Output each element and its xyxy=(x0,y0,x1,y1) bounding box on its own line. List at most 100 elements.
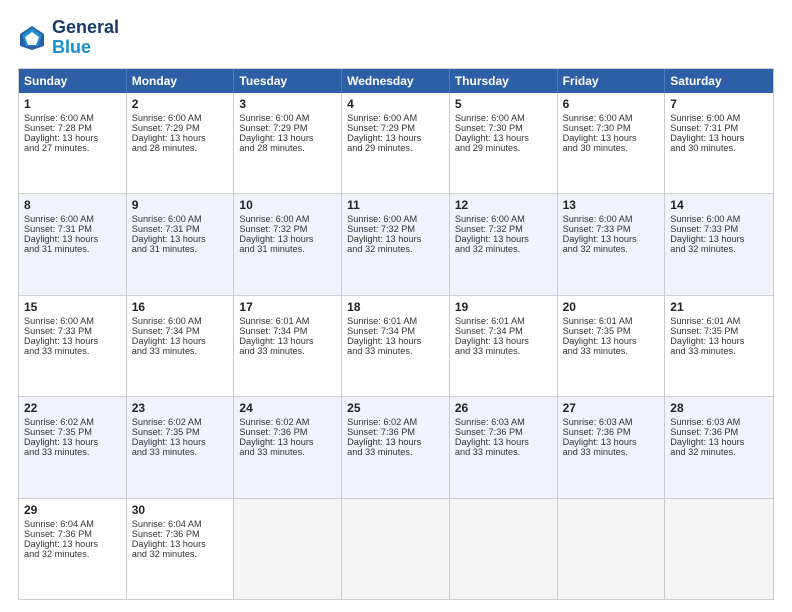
day-info-line: Sunrise: 6:03 AM xyxy=(563,417,660,427)
day-info-line: Daylight: 13 hours xyxy=(239,336,336,346)
day-number: 27 xyxy=(563,401,660,415)
day-number: 6 xyxy=(563,97,660,111)
calendar-header: SundayMondayTuesdayWednesdayThursdayFrid… xyxy=(19,69,773,93)
day-number: 28 xyxy=(670,401,768,415)
day-number: 3 xyxy=(239,97,336,111)
day-number: 9 xyxy=(132,198,229,212)
day-info-line: Sunset: 7:34 PM xyxy=(347,326,444,336)
header-day-wednesday: Wednesday xyxy=(342,69,450,93)
day-number: 7 xyxy=(670,97,768,111)
day-info-line: Sunrise: 6:02 AM xyxy=(347,417,444,427)
day-info-line: Sunset: 7:29 PM xyxy=(239,123,336,133)
day-info-line: Sunrise: 6:04 AM xyxy=(24,519,121,529)
day-number: 2 xyxy=(132,97,229,111)
day-number: 11 xyxy=(347,198,444,212)
day-number: 16 xyxy=(132,300,229,314)
day-info-line: and 30 minutes. xyxy=(563,143,660,153)
calendar-row-1: 1Sunrise: 6:00 AMSunset: 7:28 PMDaylight… xyxy=(19,93,773,194)
day-info-line: Sunrise: 6:00 AM xyxy=(132,113,229,123)
day-info-line: Sunset: 7:35 PM xyxy=(132,427,229,437)
calendar-row-4: 22Sunrise: 6:02 AMSunset: 7:35 PMDayligh… xyxy=(19,397,773,498)
empty-cell xyxy=(342,499,450,599)
day-info-line: and 33 minutes. xyxy=(239,447,336,457)
day-number: 24 xyxy=(239,401,336,415)
day-info-line: Daylight: 13 hours xyxy=(347,437,444,447)
day-number: 25 xyxy=(347,401,444,415)
day-info-line: Sunrise: 6:02 AM xyxy=(24,417,121,427)
day-info-line: Daylight: 13 hours xyxy=(563,437,660,447)
day-cell-25: 25Sunrise: 6:02 AMSunset: 7:36 PMDayligh… xyxy=(342,397,450,497)
day-cell-19: 19Sunrise: 6:01 AMSunset: 7:34 PMDayligh… xyxy=(450,296,558,396)
day-number: 8 xyxy=(24,198,121,212)
day-cell-21: 21Sunrise: 6:01 AMSunset: 7:35 PMDayligh… xyxy=(665,296,773,396)
day-info-line: Sunrise: 6:01 AM xyxy=(239,316,336,326)
day-cell-12: 12Sunrise: 6:00 AMSunset: 7:32 PMDayligh… xyxy=(450,194,558,294)
day-info-line: Sunset: 7:34 PM xyxy=(132,326,229,336)
day-number: 23 xyxy=(132,401,229,415)
day-info-line: Sunset: 7:35 PM xyxy=(563,326,660,336)
day-info-line: Daylight: 13 hours xyxy=(563,336,660,346)
day-info-line: Daylight: 13 hours xyxy=(670,234,768,244)
day-info-line: and 29 minutes. xyxy=(347,143,444,153)
day-info-line: Daylight: 13 hours xyxy=(132,234,229,244)
day-info-line: and 32 minutes. xyxy=(347,244,444,254)
day-info-line: Daylight: 13 hours xyxy=(24,539,121,549)
day-info-line: Sunrise: 6:00 AM xyxy=(24,214,121,224)
day-info-line: Sunset: 7:33 PM xyxy=(24,326,121,336)
day-cell-5: 5Sunrise: 6:00 AMSunset: 7:30 PMDaylight… xyxy=(450,93,558,193)
day-info-line: and 33 minutes. xyxy=(24,447,121,457)
day-info-line: Daylight: 13 hours xyxy=(455,133,552,143)
empty-cell xyxy=(558,499,666,599)
day-info-line: Sunset: 7:30 PM xyxy=(563,123,660,133)
day-info-line: Daylight: 13 hours xyxy=(239,133,336,143)
day-info-line: Sunrise: 6:00 AM xyxy=(563,214,660,224)
day-info-line: Sunrise: 6:00 AM xyxy=(132,214,229,224)
day-info-line: and 33 minutes. xyxy=(132,346,229,356)
day-cell-10: 10Sunrise: 6:00 AMSunset: 7:32 PMDayligh… xyxy=(234,194,342,294)
day-cell-14: 14Sunrise: 6:00 AMSunset: 7:33 PMDayligh… xyxy=(665,194,773,294)
day-info-line: and 32 minutes. xyxy=(670,244,768,254)
day-info-line: Sunrise: 6:02 AM xyxy=(239,417,336,427)
day-cell-3: 3Sunrise: 6:00 AMSunset: 7:29 PMDaylight… xyxy=(234,93,342,193)
day-number: 1 xyxy=(24,97,121,111)
day-number: 10 xyxy=(239,198,336,212)
day-cell-22: 22Sunrise: 6:02 AMSunset: 7:35 PMDayligh… xyxy=(19,397,127,497)
day-info-line: Daylight: 13 hours xyxy=(455,336,552,346)
day-number: 12 xyxy=(455,198,552,212)
day-info-line: Sunrise: 6:00 AM xyxy=(347,214,444,224)
day-info-line: Sunrise: 6:00 AM xyxy=(347,113,444,123)
day-info-line: and 32 minutes. xyxy=(24,549,121,559)
day-cell-29: 29Sunrise: 6:04 AMSunset: 7:36 PMDayligh… xyxy=(19,499,127,599)
day-info-line: Sunset: 7:33 PM xyxy=(563,224,660,234)
day-info-line: and 33 minutes. xyxy=(455,447,552,457)
day-number: 19 xyxy=(455,300,552,314)
logo-text: General Blue xyxy=(52,18,119,58)
day-info-line: Sunset: 7:36 PM xyxy=(670,427,768,437)
calendar-row-2: 8Sunrise: 6:00 AMSunset: 7:31 PMDaylight… xyxy=(19,194,773,295)
header: General Blue xyxy=(18,18,774,58)
day-info-line: and 28 minutes. xyxy=(132,143,229,153)
day-number: 20 xyxy=(563,300,660,314)
day-info-line: Daylight: 13 hours xyxy=(347,336,444,346)
day-info-line: Sunrise: 6:00 AM xyxy=(455,113,552,123)
day-info-line: Sunset: 7:34 PM xyxy=(239,326,336,336)
day-info-line: and 32 minutes. xyxy=(670,447,768,457)
day-info-line: Daylight: 13 hours xyxy=(239,437,336,447)
day-info-line: Daylight: 13 hours xyxy=(670,437,768,447)
day-info-line: Sunrise: 6:04 AM xyxy=(132,519,229,529)
day-cell-1: 1Sunrise: 6:00 AMSunset: 7:28 PMDaylight… xyxy=(19,93,127,193)
day-cell-27: 27Sunrise: 6:03 AMSunset: 7:36 PMDayligh… xyxy=(558,397,666,497)
day-info-line: and 33 minutes. xyxy=(132,447,229,457)
day-cell-6: 6Sunrise: 6:00 AMSunset: 7:30 PMDaylight… xyxy=(558,93,666,193)
day-info-line: Daylight: 13 hours xyxy=(670,133,768,143)
day-cell-4: 4Sunrise: 6:00 AMSunset: 7:29 PMDaylight… xyxy=(342,93,450,193)
calendar: SundayMondayTuesdayWednesdayThursdayFrid… xyxy=(18,68,774,600)
empty-cell xyxy=(450,499,558,599)
day-info-line: and 32 minutes. xyxy=(132,549,229,559)
day-info-line: Sunset: 7:36 PM xyxy=(132,529,229,539)
day-info-line: and 31 minutes. xyxy=(24,244,121,254)
day-number: 29 xyxy=(24,503,121,517)
header-day-thursday: Thursday xyxy=(450,69,558,93)
day-info-line: and 33 minutes. xyxy=(239,346,336,356)
day-info-line: Daylight: 13 hours xyxy=(24,437,121,447)
